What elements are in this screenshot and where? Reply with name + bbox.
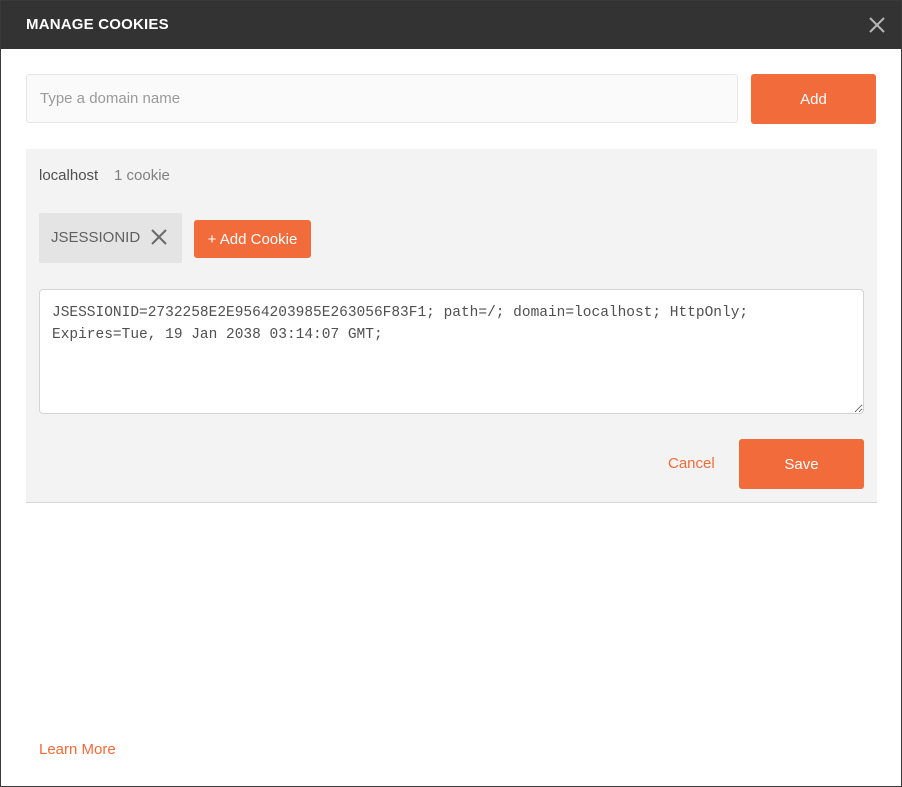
close-icon: [869, 17, 885, 33]
add-cookie-button[interactable]: + Add Cookie: [194, 220, 311, 258]
cookie-chip-label: JSESSIONID: [51, 229, 141, 246]
manage-cookies-dialog: MANAGE COOKIES Add localhost 1 cookie JS…: [0, 0, 902, 787]
cookie-count: 1 cookie: [114, 167, 170, 184]
cookie-editor[interactable]: JSESSIONID=2732258E2E9564203985E263056F8…: [39, 289, 864, 414]
remove-cookie-button[interactable]: [148, 226, 170, 248]
cookie-chip-jsessionid[interactable]: JSESSIONID: [39, 213, 182, 263]
close-button[interactable]: [863, 11, 891, 39]
dialog-title: MANAGE COOKIES: [26, 16, 169, 33]
save-button[interactable]: Save: [739, 439, 864, 489]
dialog-header: MANAGE COOKIES: [1, 1, 901, 49]
cancel-button[interactable]: Cancel: [668, 455, 715, 472]
domain-name: localhost: [39, 167, 99, 184]
learn-more-link[interactable]: Learn More: [39, 741, 116, 758]
add-domain-button[interactable]: Add: [751, 74, 876, 124]
close-icon: [151, 229, 167, 245]
domain-panel: localhost 1 cookie JSESSIONID + Add Cook…: [26, 149, 877, 503]
domain-input[interactable]: [26, 74, 738, 123]
